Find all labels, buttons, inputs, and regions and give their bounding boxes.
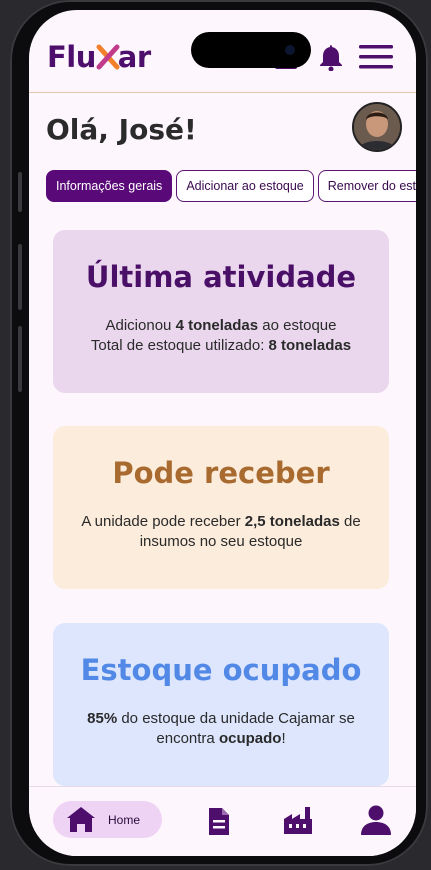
last-activity-line2: Total de estoque utilizado: 8 toneladas	[53, 336, 389, 356]
camera-dot	[285, 45, 295, 55]
text-fragment: de	[339, 513, 361, 530]
document-icon[interactable]	[207, 807, 231, 836]
greeting-title: Olá, José!	[46, 113, 197, 146]
volume-up-button	[18, 244, 22, 310]
text-fragment: Total de estoque utilizado:	[90, 337, 269, 354]
person-icon[interactable]	[361, 805, 391, 835]
mute-switch	[18, 172, 22, 212]
added-amount: 4 toneladas	[175, 317, 259, 334]
total-used-amount: 8 toneladas	[268, 337, 352, 354]
occupied-percent: 85%	[87, 710, 118, 727]
avatar-photo	[354, 104, 400, 150]
occupied-word: ocupado	[218, 730, 282, 747]
can-receive-line1: A unidade pode receber 2,5 toneladas de	[53, 512, 389, 532]
bell-icon[interactable]	[318, 43, 344, 71]
avatar[interactable]	[352, 102, 402, 152]
text-fragment: !	[281, 730, 286, 747]
last-activity-title: Última atividade	[85, 260, 357, 294]
volume-down-button	[18, 326, 22, 392]
nav-home-label: Home	[108, 813, 141, 827]
text-fragment: do estoque da unidade Cajamar se	[117, 710, 355, 727]
receivable-amount: 2,5 toneladas	[244, 513, 340, 530]
app-logo: FluXar	[47, 40, 151, 74]
tab-adicionar-estoque[interactable]: Adicionar ao estoque	[176, 170, 314, 202]
last-activity-card: Última atividade Adicionou 4 toneladas a…	[53, 230, 389, 393]
menu-icon[interactable]	[359, 45, 393, 69]
logo-text-start: Flu	[47, 40, 96, 74]
bottom-nav: Home	[29, 786, 416, 856]
can-receive-card: Pode receber A unidade pode receber 2,5 …	[53, 426, 389, 589]
home-icon	[67, 807, 95, 832]
tab-remover-estoque[interactable]: Remover do estoq	[317, 170, 416, 202]
tab-bar: Informações gerais Adicionar ao estoque Re…	[46, 170, 416, 202]
text-fragment: A unidade pode receber	[81, 513, 245, 530]
logo-x-mark: X	[96, 40, 120, 74]
text-fragment: ao estoque	[258, 317, 337, 334]
nav-home[interactable]: Home	[53, 801, 162, 838]
dynamic-island	[191, 32, 311, 68]
last-activity-line1: Adicionou 4 toneladas ao estoque	[53, 316, 389, 336]
can-receive-line2: insumos no seu estoque	[139, 533, 303, 550]
logo-text-end: ar	[117, 40, 151, 74]
text-fragment: Adicionou	[105, 317, 176, 334]
can-receive-title: Pode receber	[112, 456, 330, 490]
stock-occupied-card: Estoque ocupado 85% do estoque da unidad…	[53, 623, 389, 786]
stock-occupied-title: Estoque ocupado	[80, 653, 362, 687]
tab-informacoes-gerais[interactable]: Informações gerais	[46, 170, 173, 202]
factory-icon[interactable]	[283, 806, 313, 835]
app-screen: FluXar Olá, José! Informações geraisAdic…	[29, 10, 416, 856]
text-fragment: encontra	[156, 730, 219, 747]
stock-occupied-line2: encontra ocupado!	[53, 729, 389, 749]
stock-occupied-line1: 85% do estoque da unidade Cajamar se	[53, 709, 389, 729]
